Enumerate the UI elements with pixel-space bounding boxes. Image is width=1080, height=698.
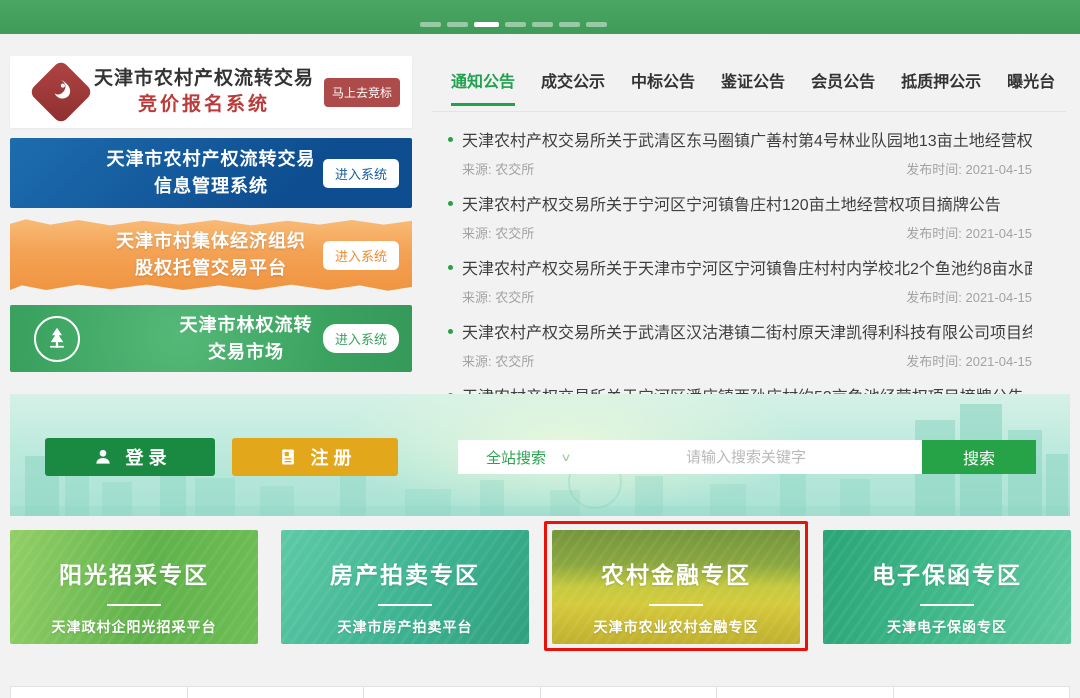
zone-title: 房产拍卖专区 bbox=[330, 556, 480, 590]
notice-meta: 来源: 农交所 发布时间: 2021-04-15 bbox=[462, 351, 1032, 370]
footer-cell[interactable] bbox=[187, 686, 365, 698]
footer-cell[interactable] bbox=[540, 686, 718, 698]
carousel-dash-4[interactable] bbox=[505, 22, 526, 27]
tab-mortgage[interactable]: 抵质押公示 bbox=[901, 68, 981, 103]
brand-text: 天津市农村产权流转交易 竞价报名系统 bbox=[84, 66, 324, 117]
user-icon bbox=[93, 447, 113, 467]
enter-system-button-green[interactable]: 进入系统 bbox=[323, 324, 399, 353]
bullet-icon bbox=[448, 201, 453, 206]
notice-link[interactable]: 天津农村产权交易所关于天津市宁河区宁河镇鲁庄村村内学校北2个鱼池约8亩水面经营.… bbox=[432, 255, 1032, 279]
list-item: 天津农村产权交易所关于宁河区宁河镇鲁庄村120亩土地经营权项目摘牌公告 来源: … bbox=[432, 191, 1032, 242]
notice-source: 来源: 农交所 bbox=[462, 351, 534, 370]
zone-subtitle: 天津市房产拍卖平台 bbox=[338, 617, 473, 637]
carousel-dash-3-active[interactable] bbox=[474, 22, 499, 27]
notice-title[interactable]: 天津农村产权交易所关于宁河区宁河镇鲁庄村120亩土地经营权项目摘牌公告 bbox=[462, 191, 1001, 215]
bidding-system-card: 天津市农村产权流转交易 竞价报名系统 马上去竞标 bbox=[10, 56, 412, 128]
footer-cell[interactable] bbox=[716, 686, 894, 698]
carousel-dash-2[interactable] bbox=[447, 22, 468, 27]
info-management-system-banner[interactable]: 天津市农村产权流转交易 信息管理系统 进入系统 bbox=[10, 138, 412, 208]
footer-cell[interactable] bbox=[363, 686, 541, 698]
zone-subtitle: 天津电子保函专区 bbox=[887, 617, 1007, 637]
notice-source: 来源: 农交所 bbox=[462, 287, 534, 306]
notice-meta: 来源: 农交所 发布时间: 2021-04-15 bbox=[462, 287, 1032, 306]
bullet-icon bbox=[448, 137, 453, 142]
zone-real-estate-auction[interactable]: 房产拍卖专区 天津市房产拍卖平台 bbox=[281, 530, 529, 644]
chevron-down-icon: ∨ bbox=[560, 451, 571, 464]
carousel-dash-7[interactable] bbox=[586, 22, 607, 27]
go-bid-button[interactable]: 马上去竞标 bbox=[324, 78, 400, 107]
zone-sunshine-procurement[interactable]: 阳光招采专区 天津政村企阳光招采平台 bbox=[10, 530, 258, 644]
notice-link[interactable]: 天津农村产权交易所关于武清区汉沽港镇二街村原天津凯得利科技有限公司项目终结公告 bbox=[432, 319, 1032, 343]
list-item: 天津农村产权交易所关于武清区东马圈镇广善村第4号林业队园地13亩土地经营权等4个… bbox=[432, 127, 1032, 178]
login-button[interactable]: 登 录 bbox=[45, 438, 215, 476]
brand-subtitle: 竞价报名系统 bbox=[84, 92, 324, 118]
footer-cell[interactable] bbox=[10, 686, 188, 698]
carousel-dash-6[interactable] bbox=[559, 22, 580, 27]
site-search: 全站搜索 ∨ 搜索 bbox=[458, 440, 1036, 474]
search-button[interactable]: 搜索 bbox=[922, 440, 1036, 474]
list-item: 天津农村产权交易所关于武清区汉沽港镇二街村原天津凯得利科技有限公司项目终结公告 … bbox=[432, 319, 1032, 370]
notice-source: 来源: 农交所 bbox=[462, 159, 534, 178]
zone-subtitle: 天津政村企阳光招采平台 bbox=[52, 617, 217, 637]
zone-divider bbox=[378, 604, 432, 606]
register-label: 注 册 bbox=[310, 444, 351, 470]
register-button[interactable]: 注 册 bbox=[232, 438, 398, 476]
notice-source: 来源: 农交所 bbox=[462, 223, 534, 242]
hero-banner: 登 录 注 册 全站搜索 ∨ 搜索 bbox=[10, 394, 1070, 516]
zone-title: 农村金融专区 bbox=[601, 556, 751, 590]
notice-tabs: 通知公告 成交公示 中标公告 鉴证公告 会员公告 抵质押公示 曝光台 更多 ▶ bbox=[432, 60, 1066, 112]
forest-tree-icon bbox=[34, 316, 80, 362]
notice-date: 发布时间: 2021-04-15 bbox=[906, 159, 1032, 178]
search-input[interactable] bbox=[570, 440, 922, 474]
list-item: 天津农村产权交易所关于天津市宁河区宁河镇鲁庄村村内学校北2个鱼池约8亩水面经营.… bbox=[432, 255, 1032, 306]
notice-date: 发布时间: 2021-04-15 bbox=[906, 351, 1032, 370]
notice-list: 天津农村产权交易所关于武清区东马圈镇广善村第4号林业队园地13亩土地经营权等4个… bbox=[432, 127, 1032, 434]
notice-date: 发布时间: 2021-04-15 bbox=[906, 223, 1032, 242]
notice-meta: 来源: 农交所 发布时间: 2021-04-15 bbox=[462, 223, 1032, 242]
enter-system-button-orange[interactable]: 进入系统 bbox=[323, 241, 399, 270]
enter-system-button-blue[interactable]: 进入系统 bbox=[323, 159, 399, 188]
page: 天津市农村产权流转交易 竞价报名系统 马上去竞标 天津市农村产权流转交易 信息管… bbox=[0, 0, 1080, 698]
zone-title: 阳光招采专区 bbox=[59, 556, 209, 590]
tab-member[interactable]: 会员公告 bbox=[811, 68, 875, 103]
tab-deals[interactable]: 成交公示 bbox=[541, 68, 605, 103]
search-scope-label: 全站搜索 bbox=[486, 447, 546, 468]
carousel-dash-5[interactable] bbox=[532, 22, 553, 27]
id-card-icon bbox=[278, 447, 298, 467]
forest-rights-market-banner[interactable]: 天津市林权流转 交易市场 进入系统 bbox=[10, 305, 412, 372]
notice-meta: 来源: 农交所 发布时间: 2021-04-15 bbox=[462, 159, 1032, 178]
bullet-icon bbox=[448, 329, 453, 334]
bullet-icon bbox=[448, 265, 453, 270]
notice-title[interactable]: 天津农村产权交易所关于武清区汉沽港镇二街村原天津凯得利科技有限公司项目终结公告 bbox=[462, 319, 1032, 343]
zone-divider bbox=[920, 604, 974, 606]
carousel-indicators bbox=[420, 22, 607, 27]
zone-rural-finance[interactable]: 农村金融专区 天津市农业农村金融专区 bbox=[552, 530, 800, 644]
footer-cell[interactable] bbox=[893, 686, 1071, 698]
notice-title[interactable]: 天津农村产权交易所关于武清区东马圈镇广善村第4号林业队园地13亩土地经营权等4个… bbox=[462, 127, 1032, 151]
notice-date: 发布时间: 2021-04-15 bbox=[906, 287, 1032, 306]
notice-panel: 通知公告 成交公示 中标公告 鉴证公告 会员公告 抵质押公示 曝光台 更多 ▶ … bbox=[432, 60, 1066, 447]
search-bar: 全站搜索 ∨ bbox=[458, 440, 922, 474]
login-label: 登 录 bbox=[125, 444, 166, 470]
equity-custody-platform-banner[interactable]: 天津市村集体经济组织 股权托管交易平台 进入系统 bbox=[10, 217, 412, 293]
notice-title[interactable]: 天津农村产权交易所关于天津市宁河区宁河镇鲁庄村村内学校北2个鱼池约8亩水面经营.… bbox=[462, 255, 1032, 279]
tab-exposure[interactable]: 曝光台 bbox=[1007, 68, 1055, 103]
tab-certification[interactable]: 鉴证公告 bbox=[721, 68, 785, 103]
tab-winning-bid[interactable]: 中标公告 bbox=[631, 68, 695, 103]
zone-title: 电子保函专区 bbox=[872, 556, 1022, 590]
tab-notice[interactable]: 通知公告 bbox=[451, 68, 515, 106]
brand-title: 天津市农村产权流转交易 bbox=[84, 66, 324, 92]
carousel-dash-1[interactable] bbox=[420, 22, 441, 27]
top-carousel-bar bbox=[0, 0, 1080, 34]
zone-electronic-guarantee[interactable]: 电子保函专区 天津电子保函专区 bbox=[823, 530, 1071, 644]
search-scope-dropdown[interactable]: 全站搜索 ∨ bbox=[458, 447, 570, 468]
footer-strip bbox=[10, 686, 1070, 698]
zone-subtitle: 天津市农业农村金融专区 bbox=[594, 617, 759, 637]
zone-divider bbox=[107, 604, 161, 606]
notice-link[interactable]: 天津农村产权交易所关于武清区东马圈镇广善村第4号林业队园地13亩土地经营权等4个… bbox=[432, 127, 1032, 151]
zone-divider bbox=[649, 604, 703, 606]
notice-link[interactable]: 天津农村产权交易所关于宁河区宁河镇鲁庄村120亩土地经营权项目摘牌公告 bbox=[432, 191, 1032, 215]
